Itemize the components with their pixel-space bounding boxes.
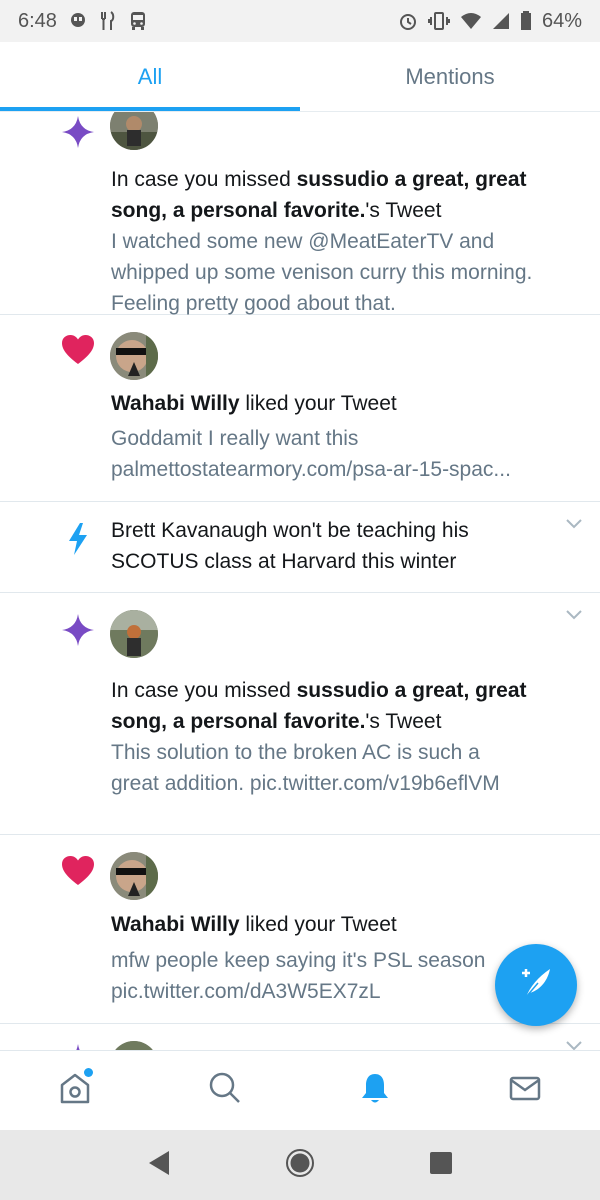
sparkle-icon — [60, 612, 96, 648]
restaurant-icon — [99, 11, 117, 31]
nav-messages[interactable] — [450, 1051, 600, 1130]
alarm-icon — [398, 11, 418, 31]
bus-icon — [129, 11, 147, 31]
notifications-icon — [358, 1071, 392, 1110]
notification-text: In case you missed sussudio a great, gre… — [111, 168, 527, 222]
notification-missed-tweet[interactable]: In case you missed sussudio a great, gre… — [0, 593, 600, 835]
recents-icon[interactable] — [429, 1151, 453, 1180]
avatar[interactable] — [110, 112, 158, 150]
bottom-navigation — [0, 1050, 600, 1130]
nav-search[interactable] — [150, 1051, 300, 1130]
nav-home[interactable] — [0, 1051, 150, 1130]
tweet-preview[interactable]: This solution to the broken AC is such a… — [111, 737, 505, 799]
sparkle-icon — [60, 1042, 96, 1050]
new-content-dot — [84, 1068, 93, 1077]
sparkle-icon — [60, 114, 96, 150]
notification-text: In case you missed sussudio a great, gre… — [111, 679, 527, 733]
nav-notifications[interactable] — [300, 1051, 450, 1130]
news-headline[interactable]: Brett Kavanaugh won't be teaching his SC… — [111, 515, 550, 577]
back-icon[interactable] — [147, 1150, 171, 1181]
compose-quill-icon — [516, 963, 556, 1008]
status-time: 6:48 — [18, 9, 57, 32]
tweet-preview-line[interactable]: Goddamit I really want this — [111, 423, 560, 454]
system-navigation — [0, 1130, 600, 1200]
heart-icon — [60, 853, 96, 889]
notification-missed-tweet[interactable] — [0, 1024, 600, 1050]
messages-icon — [508, 1071, 542, 1110]
heart-icon — [60, 332, 96, 368]
signal-icon — [492, 12, 510, 30]
notification-text: Wahabi Willy liked your Tweet — [111, 913, 397, 936]
home-circle-icon[interactable] — [285, 1148, 315, 1183]
tab-all[interactable]: All — [0, 42, 300, 111]
status-bar: 6:48 64% — [0, 0, 600, 42]
tweet-preview-link[interactable]: pic.twitter.com/dA3W5EX7zL — [111, 976, 560, 1007]
avatar[interactable] — [110, 610, 158, 658]
tweet-preview[interactable]: I watched some new @MeatEaterTV and whip… — [111, 226, 560, 319]
vibrate-icon — [427, 11, 450, 31]
tab-mentions[interactable]: Mentions — [300, 42, 600, 111]
notification-tabs: All Mentions — [0, 42, 600, 112]
user-name[interactable]: Wahabi Willy — [111, 392, 240, 415]
wifi-icon — [460, 12, 482, 30]
user-name[interactable]: Wahabi Willy — [111, 913, 240, 936]
notifications-feed: In case you missed sussudio a great, gre… — [0, 112, 600, 1050]
lightning-icon — [60, 521, 96, 557]
avatar[interactable] — [110, 852, 158, 900]
tweet-preview-line[interactable]: mfw people keep saying it's PSL season — [111, 945, 520, 976]
chevron-down-icon[interactable] — [564, 517, 584, 531]
notification-like[interactable]: Wahabi Willy liked your Tweet Goddamit I… — [0, 315, 600, 502]
battery-icon — [520, 11, 532, 31]
search-icon — [208, 1071, 242, 1110]
chevron-down-icon[interactable] — [564, 1039, 584, 1050]
chevron-down-icon[interactable] — [564, 608, 584, 622]
notification-news[interactable]: Brett Kavanaugh won't be teaching his SC… — [0, 502, 600, 593]
avatar[interactable] — [110, 332, 158, 380]
notification-text: Wahabi Willy liked your Tweet — [111, 392, 397, 415]
avatar[interactable] — [110, 1041, 158, 1050]
tweet-preview-link[interactable]: palmettostatearmory.com/psa-ar-15-spac..… — [111, 454, 560, 485]
compose-tweet-button[interactable] — [495, 944, 577, 1026]
battery-percent: 64% — [541, 9, 582, 32]
hangouts-icon — [69, 12, 87, 30]
notification-missed-tweet[interactable]: In case you missed sussudio a great, gre… — [0, 112, 600, 315]
